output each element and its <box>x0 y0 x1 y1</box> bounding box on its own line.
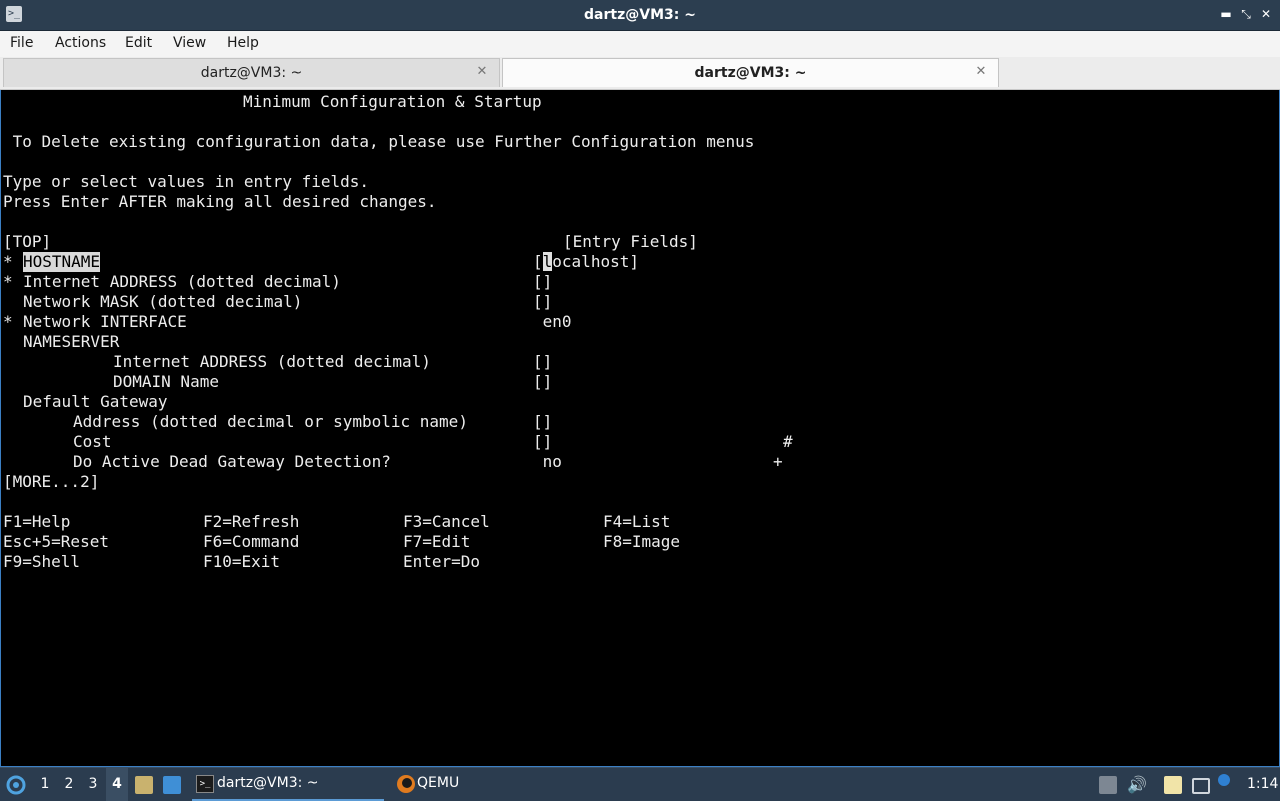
function-key-hint[interactable]: F4=List <box>603 512 670 532</box>
function-key-hint[interactable]: F3=Cancel <box>403 512 490 532</box>
terminal-icon: >_ <box>196 775 214 793</box>
text-cursor: l <box>542 252 553 271</box>
top-marker: [TOP] <box>3 232 52 251</box>
field-type-hint: # <box>783 432 793 451</box>
show-desktop-icon[interactable] <box>163 776 181 794</box>
task-label: QEMU <box>417 775 460 791</box>
menu-view[interactable]: View <box>173 31 206 57</box>
file-manager-icon[interactable] <box>135 776 153 794</box>
field-label[interactable]: Network MASK (dotted decimal) <box>23 292 302 312</box>
display-icon[interactable] <box>1192 778 1210 794</box>
screen-title: Minimum Configuration & Startup <box>243 92 542 111</box>
clipboard-icon[interactable] <box>1099 776 1117 794</box>
volume-icon[interactable]: 🔊 <box>1127 768 1147 801</box>
menu-actions[interactable]: Actions <box>55 31 106 57</box>
workspace-2[interactable]: 2 <box>58 768 80 801</box>
required-marker: * <box>3 272 13 291</box>
menu-edit[interactable]: Edit <box>125 31 152 57</box>
function-key-hint[interactable]: F6=Command <box>203 532 299 552</box>
field-label[interactable]: Internet ADDRESS (dotted decimal) <box>23 272 341 292</box>
function-key-hint[interactable]: F10=Exit <box>203 552 280 572</box>
close-icon[interactable]: ✕ <box>974 65 988 79</box>
field-label[interactable]: Default Gateway <box>23 392 168 412</box>
field-value[interactable]: [] <box>533 432 552 452</box>
field-label[interactable]: HOSTNAME <box>23 252 101 272</box>
field-value[interactable]: no <box>533 452 562 472</box>
workspace-1[interactable]: 1 <box>34 768 56 801</box>
clock[interactable]: 1:14 <box>1247 768 1278 801</box>
instruction-line: Type or select values in entry fields. <box>3 172 370 191</box>
field-value[interactable]: [] <box>533 372 552 392</box>
field-label[interactable]: Address (dotted decimal or symbolic name… <box>73 412 468 432</box>
field-label[interactable]: Do Active Dead Gateway Detection? <box>73 452 391 472</box>
entry-fields-header: [Entry Fields] <box>563 232 698 251</box>
function-key-hint[interactable]: Esc+5=Reset <box>3 532 109 552</box>
terminal-screen[interactable]: Minimum Configuration & Startup To Delet… <box>0 90 1280 767</box>
menubar: File Actions Edit View Help <box>0 31 1280 57</box>
taskbar: 1 2 3 4 >_ dartz@VM3: ~ QEMU 🔊 1:14 <box>0 767 1280 801</box>
menu-help[interactable]: Help <box>227 31 259 57</box>
field-label[interactable]: NAMESERVER <box>23 332 119 352</box>
field-value[interactable]: [] <box>533 272 552 292</box>
required-marker: * <box>3 252 13 271</box>
app-menu-button[interactable] <box>6 768 26 801</box>
instruction-line: Press Enter AFTER making all desired cha… <box>3 192 437 211</box>
more-marker: [MORE...2] <box>3 472 100 491</box>
field-value[interactable]: [] <box>533 412 552 432</box>
menu-file[interactable]: File <box>10 31 33 57</box>
function-key-hint[interactable]: F2=Refresh <box>203 512 299 532</box>
maximize-button[interactable]: ⤡ <box>1238 6 1254 22</box>
field-label[interactable]: DOMAIN Name <box>113 372 219 392</box>
close-icon[interactable]: ✕ <box>475 65 489 79</box>
function-key-hint[interactable]: F8=Image <box>603 532 680 552</box>
tab-bar: dartz@VM3: ~ ✕ dartz@VM3: ~ ✕ <box>0 57 1280 90</box>
field-label[interactable]: Cost <box>73 432 112 452</box>
field-label[interactable]: Network INTERFACE <box>23 312 187 332</box>
task-terminal[interactable]: >_ dartz@VM3: ~ <box>192 768 384 801</box>
field-value[interactable]: [localhost] <box>533 252 639 272</box>
field-value[interactable]: [] <box>533 292 552 312</box>
update-notification-icon[interactable] <box>1218 774 1230 786</box>
tab-label: dartz@VM3: ~ <box>200 65 303 81</box>
field-type-hint: + <box>773 452 783 471</box>
window-title: dartz@VM3: ~ <box>584 7 696 23</box>
tab-label: dartz@VM3: ~ <box>694 65 807 81</box>
minimize-button[interactable]: ▬ <box>1218 6 1234 22</box>
task-qemu[interactable]: QEMU <box>394 768 574 799</box>
workspace-3[interactable]: 3 <box>82 768 104 801</box>
task-label: dartz@VM3: ~ <box>217 775 319 791</box>
tab-terminal-1[interactable]: dartz@VM3: ~ ✕ <box>3 58 500 87</box>
function-key-hint[interactable]: F1=Help <box>3 512 70 532</box>
qemu-icon <box>397 775 415 793</box>
start-menu-icon <box>6 775 26 795</box>
field-label[interactable]: Internet ADDRESS (dotted decimal) <box>113 352 431 372</box>
function-key-hint[interactable]: F9=Shell <box>3 552 80 572</box>
field-value[interactable]: en0 <box>533 312 572 332</box>
function-key-hint[interactable]: F7=Edit <box>403 532 470 552</box>
notes-icon[interactable] <box>1164 776 1182 794</box>
delete-notice: To Delete existing configuration data, p… <box>3 132 755 151</box>
close-window-button[interactable]: ✕ <box>1258 6 1274 22</box>
field-value[interactable]: [] <box>533 352 552 372</box>
workspace-4[interactable]: 4 <box>106 768 128 801</box>
tab-terminal-2[interactable]: dartz@VM3: ~ ✕ <box>502 58 999 87</box>
required-marker: * <box>3 312 13 331</box>
window-titlebar: >_ dartz@VM3: ~ ▬ ⤡ ✕ <box>0 0 1280 31</box>
function-key-hint[interactable]: Enter=Do <box>403 552 480 572</box>
